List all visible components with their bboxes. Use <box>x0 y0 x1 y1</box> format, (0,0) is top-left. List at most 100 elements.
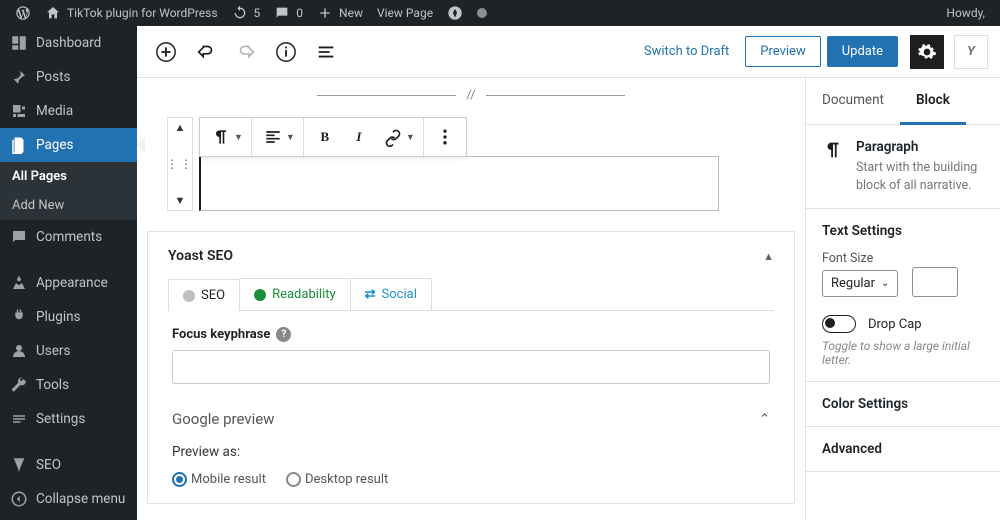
font-size-number-input[interactable] <box>912 267 958 297</box>
wp-logo[interactable] <box>8 0 38 26</box>
tab-block[interactable]: Block <box>900 78 966 125</box>
sidebar-item-pages[interactable]: Pages <box>0 128 137 162</box>
help-icon[interactable]: ? <box>276 327 291 342</box>
preview-as-label: Preview as: <box>172 444 770 460</box>
new-link[interactable]: New <box>310 0 370 26</box>
update-button[interactable]: Update <box>827 36 898 67</box>
drop-cap-toggle[interactable] <box>822 315 856 333</box>
tab-document[interactable]: Document <box>806 78 900 124</box>
font-size-select[interactable]: Regular⌄ <box>822 270 898 297</box>
plus-icon <box>317 5 333 21</box>
settings-toggle[interactable] <box>910 35 944 69</box>
move-up-icon[interactable]: ▲ <box>172 118 189 137</box>
chevron-down-icon[interactable]: ▼ <box>234 132 243 143</box>
settings-icon <box>10 410 28 428</box>
wordpress-icon <box>15 5 31 21</box>
yoast-tab-readability[interactable]: Readability <box>239 278 351 310</box>
comments-link[interactable]: 0 <box>267 0 310 26</box>
sidebar-item-appearance[interactable]: Appearance <box>0 266 137 300</box>
seo-icon <box>10 456 28 474</box>
users-icon <box>10 342 28 360</box>
block-name: Paragraph <box>856 139 984 155</box>
switch-to-draft[interactable]: Switch to Draft <box>634 44 739 59</box>
yoast-icon <box>447 5 463 21</box>
advanced-accordion[interactable]: Advanced <box>806 427 1000 472</box>
radio-checked-icon <box>172 472 187 487</box>
block-type-button[interactable] <box>204 118 238 156</box>
comment-icon <box>274 5 290 21</box>
undo-button[interactable] <box>189 35 223 69</box>
chevron-down-icon[interactable]: ▼ <box>406 132 415 143</box>
outline-button[interactable] <box>309 35 343 69</box>
yoast-adminbar[interactable] <box>440 0 470 26</box>
info-button[interactable] <box>269 35 303 69</box>
google-preview-heading: Google preview <box>172 410 274 428</box>
sidebar-item-settings[interactable]: Settings <box>0 402 137 436</box>
updates-link[interactable]: 5 <box>225 0 268 26</box>
admin-sidebar: Dashboard Posts Media Pages All Pages Ad… <box>0 26 137 520</box>
comments-icon <box>10 228 28 246</box>
site-home[interactable]: TikTok plugin for WordPress <box>38 0 225 26</box>
view-page-link[interactable]: View Page <box>370 0 440 26</box>
yoast-title: Yoast SEO <box>168 248 233 264</box>
focus-keyphrase-input[interactable] <box>172 350 770 384</box>
chevron-down-icon: ⌄ <box>881 278 889 289</box>
collapse-menu[interactable]: Collapse menu <box>0 482 137 516</box>
dashboard-icon <box>10 34 28 52</box>
more-vertical-icon <box>435 127 455 147</box>
updates-icon <box>232 5 248 21</box>
plugins-icon <box>10 308 28 326</box>
drag-handle-icon[interactable]: ⋮⋮ <box>166 157 194 171</box>
link-icon <box>383 127 403 147</box>
paragraph-icon <box>822 139 844 161</box>
bold-button[interactable]: B <box>308 118 342 156</box>
home-icon <box>45 5 61 21</box>
redo-button[interactable] <box>229 35 263 69</box>
sidebar-subitem-addnew[interactable]: Add New <box>0 191 137 220</box>
paragraph-block[interactable] <box>199 156 719 211</box>
seo-status-dot <box>183 290 195 302</box>
google-preview-collapse[interactable]: ⌃ <box>759 412 770 427</box>
sidebar-item-comments[interactable]: Comments <box>0 220 137 254</box>
plus-circle-icon <box>155 41 177 63</box>
dot-icon <box>477 8 487 18</box>
align-icon <box>263 127 283 147</box>
drop-cap-hint: Toggle to show a large initial letter. <box>822 339 984 367</box>
block-mover[interactable]: ▲ ⋮⋮ ▼ <box>167 117 193 211</box>
yoast-tab-social[interactable]: ⇄Social <box>350 278 432 310</box>
info-icon <box>275 41 297 63</box>
color-settings-accordion[interactable]: Color Settings <box>806 382 1000 427</box>
sidebar-item-users[interactable]: Users <box>0 334 137 368</box>
font-size-label: Font Size <box>822 251 898 266</box>
preview-mobile-option[interactable]: Mobile result <box>172 472 266 487</box>
italic-button[interactable]: I <box>342 118 376 156</box>
yoast-y-icon: Y <box>967 44 975 59</box>
sidebar-item-tools[interactable]: Tools <box>0 368 137 402</box>
inspector-panel: Document Block Paragraph Start with the … <box>805 78 1000 520</box>
move-down-icon[interactable]: ▼ <box>172 191 189 210</box>
howdy-user[interactable]: Howdy, <box>939 0 992 26</box>
chevron-down-icon[interactable]: ▼ <box>286 132 295 143</box>
yoast-collapse[interactable]: ▲ <box>763 250 774 263</box>
yoast-toggle[interactable]: Y <box>954 35 988 69</box>
text-settings-heading: Text Settings <box>822 223 984 239</box>
sidebar-item-plugins[interactable]: Plugins <box>0 300 137 334</box>
preview-button[interactable]: Preview <box>745 36 820 67</box>
align-button[interactable] <box>256 118 290 156</box>
add-block-button[interactable] <box>149 35 183 69</box>
tools-icon <box>10 376 28 394</box>
sidebar-item-posts[interactable]: Posts <box>0 60 137 94</box>
block-toolbar: ▼ ▼ B I ▼ <box>199 117 467 157</box>
sidebar-item-media[interactable]: Media <box>0 94 137 128</box>
pin-icon <box>10 68 28 86</box>
sidebar-item-dashboard[interactable]: Dashboard <box>0 26 137 60</box>
paragraph-icon <box>211 127 231 147</box>
preview-desktop-option[interactable]: Desktop result <box>286 472 388 487</box>
more-options-button[interactable] <box>428 118 462 156</box>
link-button[interactable] <box>376 118 410 156</box>
yoast-tab-seo[interactable]: SEO <box>168 279 240 311</box>
sidebar-subitem-allpages[interactable]: All Pages <box>0 162 137 191</box>
undo-icon <box>195 41 217 63</box>
sidebar-item-seo[interactable]: SEO <box>0 448 137 482</box>
redo-icon <box>235 41 257 63</box>
